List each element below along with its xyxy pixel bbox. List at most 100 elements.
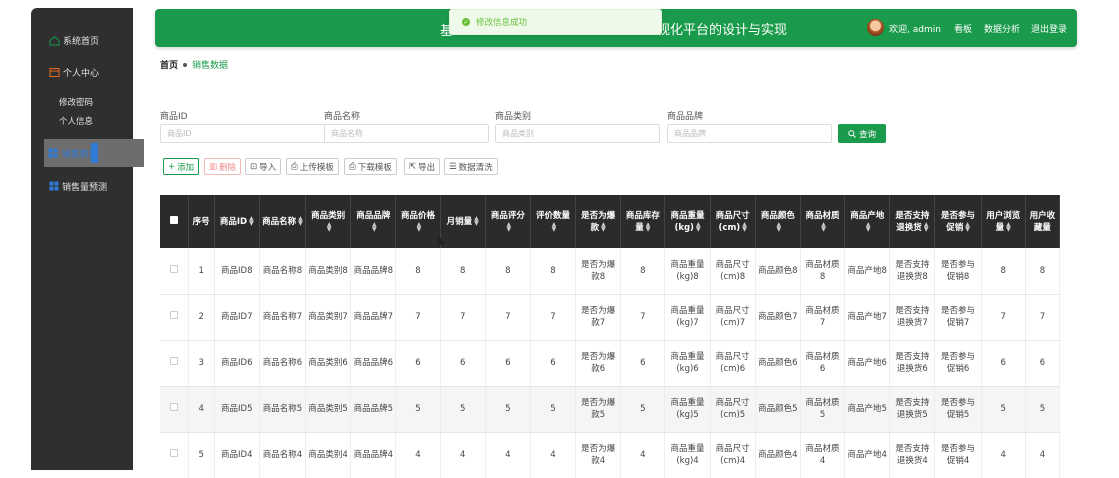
sort-icon[interactable]: ▲ ▼ — [552, 222, 557, 233]
sidebar-item-forecast[interactable]: 销售量预测 — [49, 178, 107, 194]
table-cell: 6 — [981, 340, 1026, 387]
product-id-input[interactable] — [160, 124, 325, 143]
sort-icon[interactable]: ▲ ▼ — [249, 216, 254, 227]
add-button[interactable]: + 添加 — [163, 158, 200, 175]
data-analysis-link[interactable]: 数据分析 — [984, 22, 1020, 35]
col-header-label: 月销量 — [446, 216, 473, 227]
sort-icon[interactable]: ▲ ▼ — [601, 222, 606, 233]
table-cell: 8 — [1025, 248, 1060, 295]
sort-icon[interactable]: ▲ ▼ — [866, 222, 871, 233]
select-all-checkbox[interactable] — [169, 215, 178, 224]
col-header[interactable]: 商品材质▲ ▼ — [800, 195, 846, 248]
table-row[interactable]: 5 商品ID4 商品名称4 商品类别4 商品品牌4 4 4 4 4 是否为爆款4 4 商品重量(kg)… — [160, 432, 1060, 478]
query-button[interactable]: 查询 — [838, 124, 886, 143]
sort-icon[interactable]: ▲ ▼ — [777, 222, 782, 233]
table-cell: 4 — [530, 432, 577, 478]
product-brand-input[interactable] — [667, 124, 832, 143]
col-header[interactable]: 评价数量▲ ▼ — [530, 195, 577, 248]
col-header[interactable]: 用户浏览量 ▲ ▼ — [981, 195, 1026, 248]
data-clean-button[interactable]: ☰ 数据清洗 — [444, 158, 498, 175]
avatar[interactable] — [867, 19, 884, 36]
select-all-cell[interactable] — [160, 195, 189, 248]
import-button[interactable]: ⊡ 导入 — [245, 158, 282, 175]
sidebar-item-sales-data[interactable]: 销售数据 — [44, 139, 144, 167]
col-header[interactable]: 是否参与促销 ▲ ▼ — [934, 195, 982, 248]
table-row[interactable]: 1 商品ID8 商品名称8 商品类别8 商品品牌8 8 8 8 8 是否为爆款8 8 商品重量(kg)… — [160, 248, 1060, 295]
col-header[interactable]: 是否支持退换货 ▲ ▼ — [889, 195, 936, 248]
col-header[interactable]: 月销量 ▲ ▼ — [440, 195, 486, 248]
table-cell: 商品类别4 — [305, 432, 352, 478]
table-row[interactable]: 3 商品ID6 商品名称6 商品类别6 商品品牌6 6 6 6 6 是否为爆款6 6 商品重量(kg)… — [160, 340, 1060, 387]
table-cell: 6 — [620, 340, 666, 387]
table-cell: 5 — [485, 386, 531, 433]
table-row[interactable]: 2 商品ID7 商品名称7 商品类别7 商品品牌7 7 7 7 7 是否为爆款7 7 商品重量(kg)… — [160, 294, 1060, 341]
sidebar-item-personal[interactable]: 个人中心 — [49, 64, 99, 80]
table-cell: 8 — [440, 248, 486, 295]
breadcrumb-home[interactable]: 首页 — [160, 58, 178, 71]
row-select-cell[interactable] — [160, 386, 189, 433]
row-checkbox[interactable] — [169, 264, 178, 273]
col-header[interactable]: 商品评分▲ ▼ — [485, 195, 531, 248]
col-header[interactable]: 商品ID ▲ ▼ — [214, 195, 260, 248]
col-header[interactable]: 商品重量(kg) ▲ ▼ — [664, 195, 711, 248]
col-header[interactable]: 商品品牌▲ ▼ — [350, 195, 397, 248]
table-cell: 商品名称6 — [259, 340, 307, 387]
row-checkbox[interactable] — [169, 449, 178, 457]
product-name-input[interactable] — [324, 124, 489, 143]
row-select-cell[interactable] — [160, 340, 189, 387]
sidebar-item-label: 系统首页 — [63, 36, 100, 47]
row-checkbox[interactable] — [169, 403, 178, 411]
table-cell: 5 — [1025, 386, 1060, 433]
upload-template-button[interactable]: ⎙ 上传模板 — [286, 158, 339, 175]
sidebar-sub-change-password[interactable]: 修改密码 — [59, 96, 93, 108]
sort-icon[interactable]: ▲ ▼ — [417, 222, 422, 233]
check-circle-icon: ✓ — [462, 18, 470, 26]
col-header[interactable]: 商品颜色▲ ▼ — [755, 195, 801, 248]
sort-icon[interactable]: ▲ ▼ — [298, 216, 303, 227]
table-cell: 4 — [1025, 432, 1060, 478]
table-row[interactable]: 4 商品ID5 商品名称5 商品类别5 商品品牌5 5 5 5 5 是否为爆款5 5 商品重量(kg)… — [160, 386, 1060, 433]
col-header[interactable]: 用户收藏量 — [1025, 195, 1060, 248]
col-header[interactable]: 商品产地▲ ▼ — [844, 195, 891, 248]
export-button[interactable]: ⇱ 导出 — [404, 158, 441, 175]
sort-icon[interactable]: ▲ ▼ — [965, 222, 970, 233]
table-cell: 商品品牌6 — [350, 340, 397, 387]
table-cell: 商品类别7 — [305, 294, 352, 341]
sort-icon[interactable]: ▲ ▼ — [474, 216, 479, 227]
col-header[interactable]: 是否为爆款 ▲ ▼ — [575, 195, 622, 248]
table-cell: 商品品牌7 — [350, 294, 397, 341]
col-header[interactable]: 商品价格▲ ▼ — [395, 195, 441, 248]
sort-icon[interactable]: ▲ ▼ — [646, 222, 651, 233]
row-select-cell[interactable] — [160, 248, 189, 295]
table-cell: 商品产地4 — [844, 432, 891, 478]
sort-icon[interactable]: ▲ ▼ — [372, 222, 377, 233]
col-header[interactable]: 商品名称 ▲ ▼ — [259, 195, 307, 248]
table-cell: 商品颜色4 — [755, 432, 801, 478]
row-checkbox[interactable] — [169, 357, 178, 365]
dashboard-link[interactable]: 看板 — [954, 22, 972, 35]
table-cell: 商品材质7 — [800, 294, 846, 341]
row-checkbox[interactable] — [169, 311, 178, 319]
sort-icon[interactable]: ▲ ▼ — [924, 222, 929, 233]
sidebar-sub-profile[interactable]: 个人信息 — [59, 115, 93, 127]
col-header[interactable]: 商品类别▲ ▼ — [305, 195, 352, 248]
sidebar-item-home[interactable]: 系统首页 — [49, 32, 99, 48]
sort-icon[interactable]: ▲ ▼ — [327, 222, 332, 233]
sort-icon[interactable]: ▲ ▼ — [696, 222, 701, 233]
sort-icon[interactable]: ▲ ▼ — [742, 222, 747, 233]
col-header-label: 商品名称 — [262, 216, 297, 227]
download-template-button[interactable]: ⎙ 下载模板 — [344, 158, 397, 175]
delete-button[interactable]: ▥ 删除 — [204, 158, 242, 175]
sort-icon[interactable]: ▲ ▼ — [507, 222, 512, 233]
row-select-cell[interactable] — [160, 294, 189, 341]
product-category-input[interactable] — [495, 124, 660, 143]
sort-icon[interactable]: ▲ ▼ — [1006, 222, 1011, 233]
sort-icon[interactable]: ▲ ▼ — [821, 222, 826, 233]
table-cell: 7 — [530, 294, 577, 341]
table-cell: 商品尺寸(cm)4 — [710, 432, 756, 478]
col-header[interactable]: 商品库存量 ▲ ▼ — [620, 195, 666, 248]
row-select-cell[interactable] — [160, 432, 189, 478]
logout-link[interactable]: 退出登录 — [1031, 22, 1067, 35]
col-header[interactable]: 商品尺寸(cm) ▲ ▼ — [710, 195, 756, 248]
success-toast: ✓ 修改信息成功 — [449, 9, 662, 35]
